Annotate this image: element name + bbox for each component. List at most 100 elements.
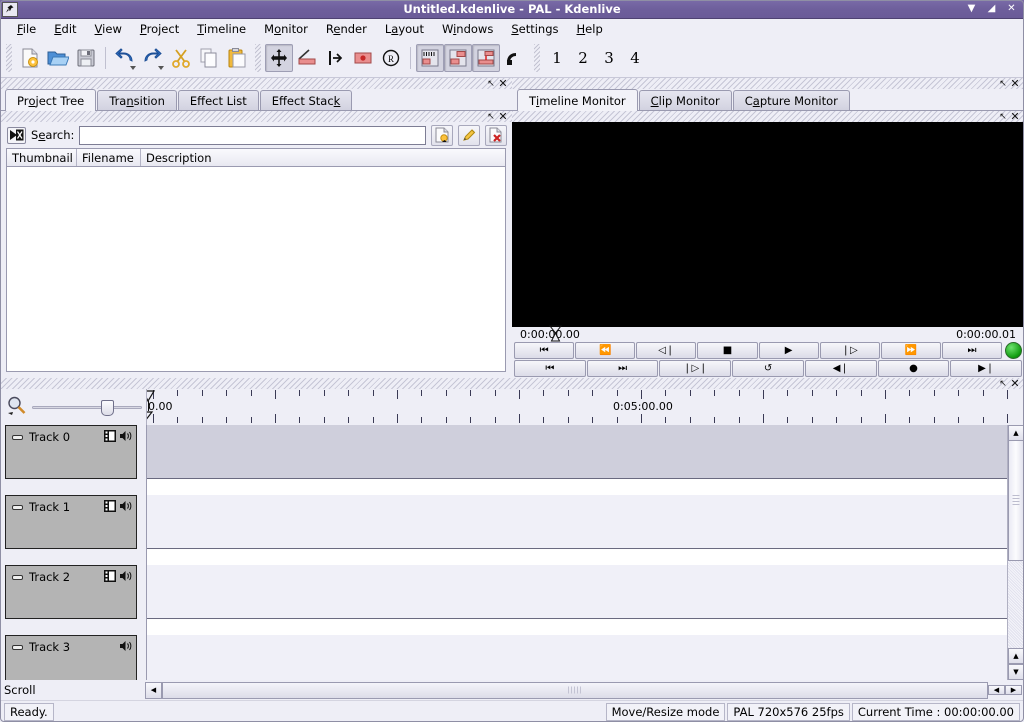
timeline-dock-header[interactable]: ↖ ✕ xyxy=(0,378,1024,389)
project-dock-close-button[interactable]: ✕ xyxy=(497,79,509,89)
track-header-2[interactable]: Track 2 xyxy=(5,565,137,619)
zoom-slider-handle[interactable] xyxy=(101,400,114,416)
status-edit-mode[interactable]: Move/Resize mode xyxy=(606,703,726,721)
monitor-stop-button[interactable]: ■ xyxy=(697,342,757,359)
project-dock-float-button[interactable]: ↖ xyxy=(485,79,497,89)
window-minimize-button[interactable]: ◢ xyxy=(986,3,997,15)
minus-icon[interactable] xyxy=(12,572,23,583)
monitor-prev-frame-button[interactable]: ◁❘ xyxy=(636,342,696,359)
film-strip-icon[interactable] xyxy=(104,430,116,442)
project-inner-close-button[interactable]: ✕ xyxy=(497,112,509,122)
timeline-dock-float-button[interactable]: ↖ xyxy=(997,379,1009,389)
zone-in-button[interactable]: ◀❘ xyxy=(805,360,877,377)
menu-item-file[interactable]: File xyxy=(8,20,45,38)
zone-out-button[interactable]: ▶❘ xyxy=(950,360,1022,377)
toolbar-grip[interactable] xyxy=(6,44,12,72)
project-tree-body[interactable] xyxy=(6,167,506,372)
minus-icon[interactable] xyxy=(12,432,23,443)
track-row-0[interactable] xyxy=(147,425,1007,479)
search-input[interactable] xyxy=(79,126,426,145)
timeline-zoom-slider[interactable] xyxy=(32,396,142,418)
film-strip-icon[interactable] xyxy=(104,570,116,582)
vscroll-trough[interactable] xyxy=(1008,561,1024,648)
hscroll-thumb[interactable] xyxy=(162,682,988,699)
monitor-start-button[interactable]: ⏮ xyxy=(514,342,574,359)
snap-button[interactable] xyxy=(444,44,472,72)
add-clip-button[interactable] xyxy=(431,125,453,146)
speaker-icon[interactable] xyxy=(119,430,132,442)
hscroll-right-button[interactable]: ▶ xyxy=(1005,685,1022,695)
monitor-dock-header[interactable]: ↖ ✕ xyxy=(512,78,1024,89)
window-titlebar[interactable]: Untitled.kdenlive - PAL - Kdenlive ▼ ◢ ✕ xyxy=(0,0,1024,19)
monitor-inner-header[interactable]: ↖ ✕ xyxy=(512,111,1024,122)
tab-transition[interactable]: Transition xyxy=(97,90,177,110)
tab-project-tree[interactable]: Project Tree xyxy=(5,89,96,111)
redo-button[interactable] xyxy=(139,44,167,72)
copy-button[interactable] xyxy=(195,44,223,72)
scroll-up-button-2[interactable]: ▲ xyxy=(1008,648,1024,664)
menu-item-layout[interactable]: Layout xyxy=(376,20,433,38)
undo-dropdown-arrow[interactable] xyxy=(130,66,136,70)
track-row-2[interactable] xyxy=(147,565,1007,619)
monitor-video-surface[interactable] xyxy=(512,122,1024,327)
zone-start-button[interactable]: ⏮ xyxy=(514,360,586,377)
status-profile[interactable]: PAL 720x576 25fps xyxy=(727,703,849,721)
layout-3-button[interactable]: 3 xyxy=(596,44,622,72)
timeline-dock-close-button[interactable]: ✕ xyxy=(1009,379,1021,389)
timeline-horizontal-scrollbar[interactable]: ◀ xyxy=(145,682,988,699)
layout-1-button[interactable]: 1 xyxy=(544,44,570,72)
redo-dropdown-arrow[interactable] xyxy=(158,66,164,70)
delete-clip-button[interactable] xyxy=(485,125,507,146)
hscroll-left-button[interactable]: ◀ xyxy=(145,682,162,699)
monitor-inner-close-button[interactable]: ✕ xyxy=(1009,112,1021,122)
monitor-playhead-icon[interactable] xyxy=(549,325,562,344)
monitor-inner-float-button[interactable]: ↖ xyxy=(997,112,1009,122)
render-button[interactable]: R xyxy=(377,44,405,72)
monitor-timecode-bar[interactable]: 0:00:00.00 0:00:00.01 xyxy=(512,327,1024,342)
monitor-next-frame-button[interactable]: ❘▷ xyxy=(820,342,880,359)
tree-column-description[interactable]: Description xyxy=(141,149,505,166)
menu-item-view[interactable]: View xyxy=(86,20,131,38)
speaker-icon[interactable] xyxy=(119,640,132,652)
zoom-magnifier-icon[interactable] xyxy=(6,395,28,419)
paste-button[interactable] xyxy=(223,44,251,72)
toolbar-grip-3[interactable] xyxy=(534,44,540,72)
film-strip-icon[interactable] xyxy=(104,500,116,512)
save-project-button[interactable] xyxy=(72,44,100,72)
hscroll-left-button-2[interactable]: ◀ xyxy=(988,685,1005,695)
scroll-down-button[interactable]: ▼ xyxy=(1008,664,1024,680)
monitor-end-button[interactable]: ⏭ xyxy=(942,342,1002,359)
tree-column-thumbnail[interactable]: Thumbnail xyxy=(7,149,77,166)
timeline-vertical-scrollbar[interactable]: ▲ ▲ ▼ xyxy=(1007,425,1024,680)
tab-capture-monitor[interactable]: Capture Monitor xyxy=(733,90,850,110)
audio-horn-icon[interactable] xyxy=(500,44,528,72)
tab-timeline-monitor[interactable]: Timeline Monitor xyxy=(517,89,638,111)
track-row-1[interactable] xyxy=(147,495,1007,549)
menu-item-windows[interactable]: Windows xyxy=(433,20,502,38)
monitor-dock-close-button[interactable]: ✕ xyxy=(1009,79,1021,89)
layout-2-button[interactable]: 2 xyxy=(570,44,596,72)
menu-item-edit[interactable]: Edit xyxy=(45,20,85,38)
cut-button[interactable] xyxy=(167,44,195,72)
menu-item-help[interactable]: Help xyxy=(568,20,612,38)
monitor-play-button[interactable]: ▶ xyxy=(759,342,819,359)
speaker-icon[interactable] xyxy=(119,570,132,582)
window-close-button[interactable]: ✕ xyxy=(1006,3,1017,15)
track-content-area[interactable] xyxy=(147,425,1007,680)
tree-column-filename[interactable]: Filename xyxy=(77,149,141,166)
undo-button[interactable] xyxy=(111,44,139,72)
monitor-rewind-button[interactable]: ⏪ xyxy=(575,342,635,359)
spacer-tool-button[interactable] xyxy=(321,44,349,72)
vscroll-thumb[interactable] xyxy=(1008,441,1024,561)
new-project-button[interactable] xyxy=(16,44,44,72)
razor-tool-button[interactable] xyxy=(293,44,321,72)
track-header-1[interactable]: Track 1 xyxy=(5,495,137,549)
insert-zone-button[interactable] xyxy=(472,44,500,72)
tab-effect-list[interactable]: Effect List xyxy=(178,90,259,110)
menu-item-settings[interactable]: Settings xyxy=(502,20,567,38)
open-project-button[interactable] xyxy=(44,44,72,72)
edit-pencil-icon[interactable] xyxy=(458,125,480,146)
minus-icon[interactable] xyxy=(12,642,23,653)
window-menu-button[interactable]: ▼ xyxy=(966,3,977,15)
menu-item-project[interactable]: Project xyxy=(131,20,188,38)
